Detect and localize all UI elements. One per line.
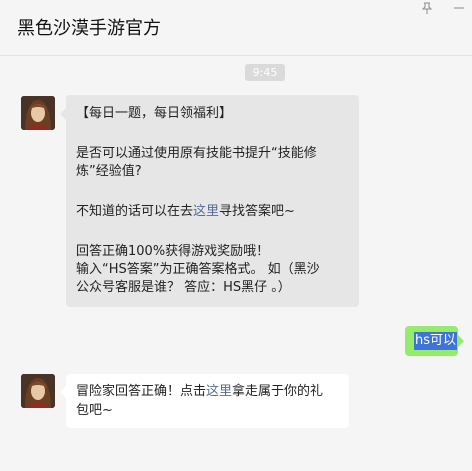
message-text: 拿走属于你的礼: [232, 384, 324, 399]
message-line: 公众号客服是谁？ 答应：HS黑仔 。）: [76, 280, 291, 295]
message-line: 回答正确100%获得游戏奖励哦！: [76, 244, 270, 259]
message-text: 不知道的话可以在去: [76, 204, 194, 219]
message-text: 寻找答案吧~: [219, 204, 295, 219]
message-line: 是否可以通过使用原有技能书提升“技能修: [76, 146, 317, 161]
pin-icon[interactable]: [421, 2, 433, 17]
message-line: 不知道的话可以在去这里寻找答案吧~: [76, 203, 295, 220]
message-text: 冒险家回答正确！点击: [76, 384, 207, 399]
message-bubble-incoming[interactable]: 【每日一题，每日领福利】 是否可以通过使用原有技能书提升“技能修 炼”经验值? …: [66, 95, 359, 307]
reward-link[interactable]: 这里: [206, 384, 232, 399]
chat-header: 黑色沙漠手游官方: [0, 0, 472, 56]
answer-link[interactable]: 这里: [193, 204, 219, 219]
message-line: 冒险家回答正确！点击这里拿走属于你的礼: [76, 383, 323, 400]
message-line: 【每日一题，每日领福利】: [76, 106, 233, 121]
minimize-icon[interactable]: [453, 2, 465, 17]
avatar[interactable]: [21, 96, 55, 130]
avatar[interactable]: [21, 374, 55, 408]
outgoing-message-text[interactable]: hs可以: [414, 332, 458, 350]
message-line: 包吧~: [76, 403, 113, 418]
message-bubble-outgoing[interactable]: hs可以: [405, 326, 458, 356]
message-line: 输入“HS答案”为正确答案格式。 如（黑沙: [76, 262, 320, 277]
chat-title: 黑色沙漠手游官方: [17, 18, 161, 39]
message-timestamp: 9:45: [245, 64, 285, 81]
message-bubble-incoming[interactable]: 冒险家回答正确！点击这里拿走属于你的礼 包吧~: [66, 374, 349, 428]
message-line: 炼”经验值?: [76, 164, 142, 179]
bubble-tail: [458, 335, 464, 347]
